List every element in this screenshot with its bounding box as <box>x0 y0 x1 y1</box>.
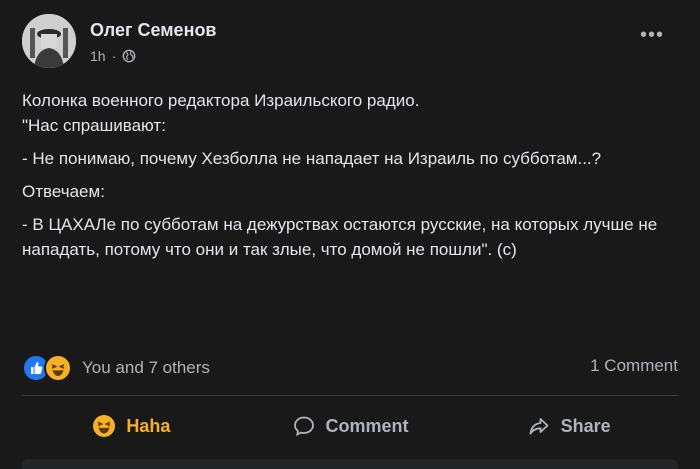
haha-label: Haha <box>126 415 171 436</box>
post-paragraph: - Не понимаю, почему Хезболла не нападае… <box>22 149 602 168</box>
reactions-count[interactable]: You and 7 others <box>82 358 210 378</box>
post-paragraph: Колонка военного редактора Израильского … <box>22 91 420 110</box>
facebook-post: Олег Семенов 1h · ••• Колонка военного р… <box>0 0 700 469</box>
reactions-summary[interactable]: You and 7 others <box>22 354 210 382</box>
post-time[interactable]: 1h <box>90 48 106 64</box>
comment-icon <box>293 416 314 437</box>
share-button[interactable]: Share <box>459 396 678 456</box>
haha-icon <box>44 354 72 382</box>
avatar-image <box>22 14 76 68</box>
more-options-button[interactable]: ••• <box>640 25 664 45</box>
post-meta: 1h · <box>90 48 136 64</box>
share-icon <box>529 418 549 435</box>
post-content: Колонка военного редактора Израильского … <box>22 88 682 262</box>
haha-button[interactable]: Haha <box>22 396 241 456</box>
post-paragraph: Отвечаем: <box>22 182 105 201</box>
comment-label: Comment <box>325 415 409 436</box>
comment-button[interactable]: Comment <box>241 396 460 456</box>
globe-icon <box>122 49 136 63</box>
next-post-edge <box>22 459 678 469</box>
post-paragraph: "Нас спрашивают: <box>22 116 166 135</box>
author-name[interactable]: Олег Семенов <box>90 20 217 41</box>
haha-icon <box>93 415 116 437</box>
comments-count[interactable]: 1 Comment <box>590 356 678 376</box>
share-label: Share <box>560 415 611 436</box>
meta-separator: · <box>111 48 117 64</box>
post-paragraph: - В ЦАХАЛе по субботам на дежурствах ост… <box>22 215 658 259</box>
avatar[interactable] <box>22 14 76 68</box>
action-bar: Haha Comment Share <box>22 396 678 456</box>
